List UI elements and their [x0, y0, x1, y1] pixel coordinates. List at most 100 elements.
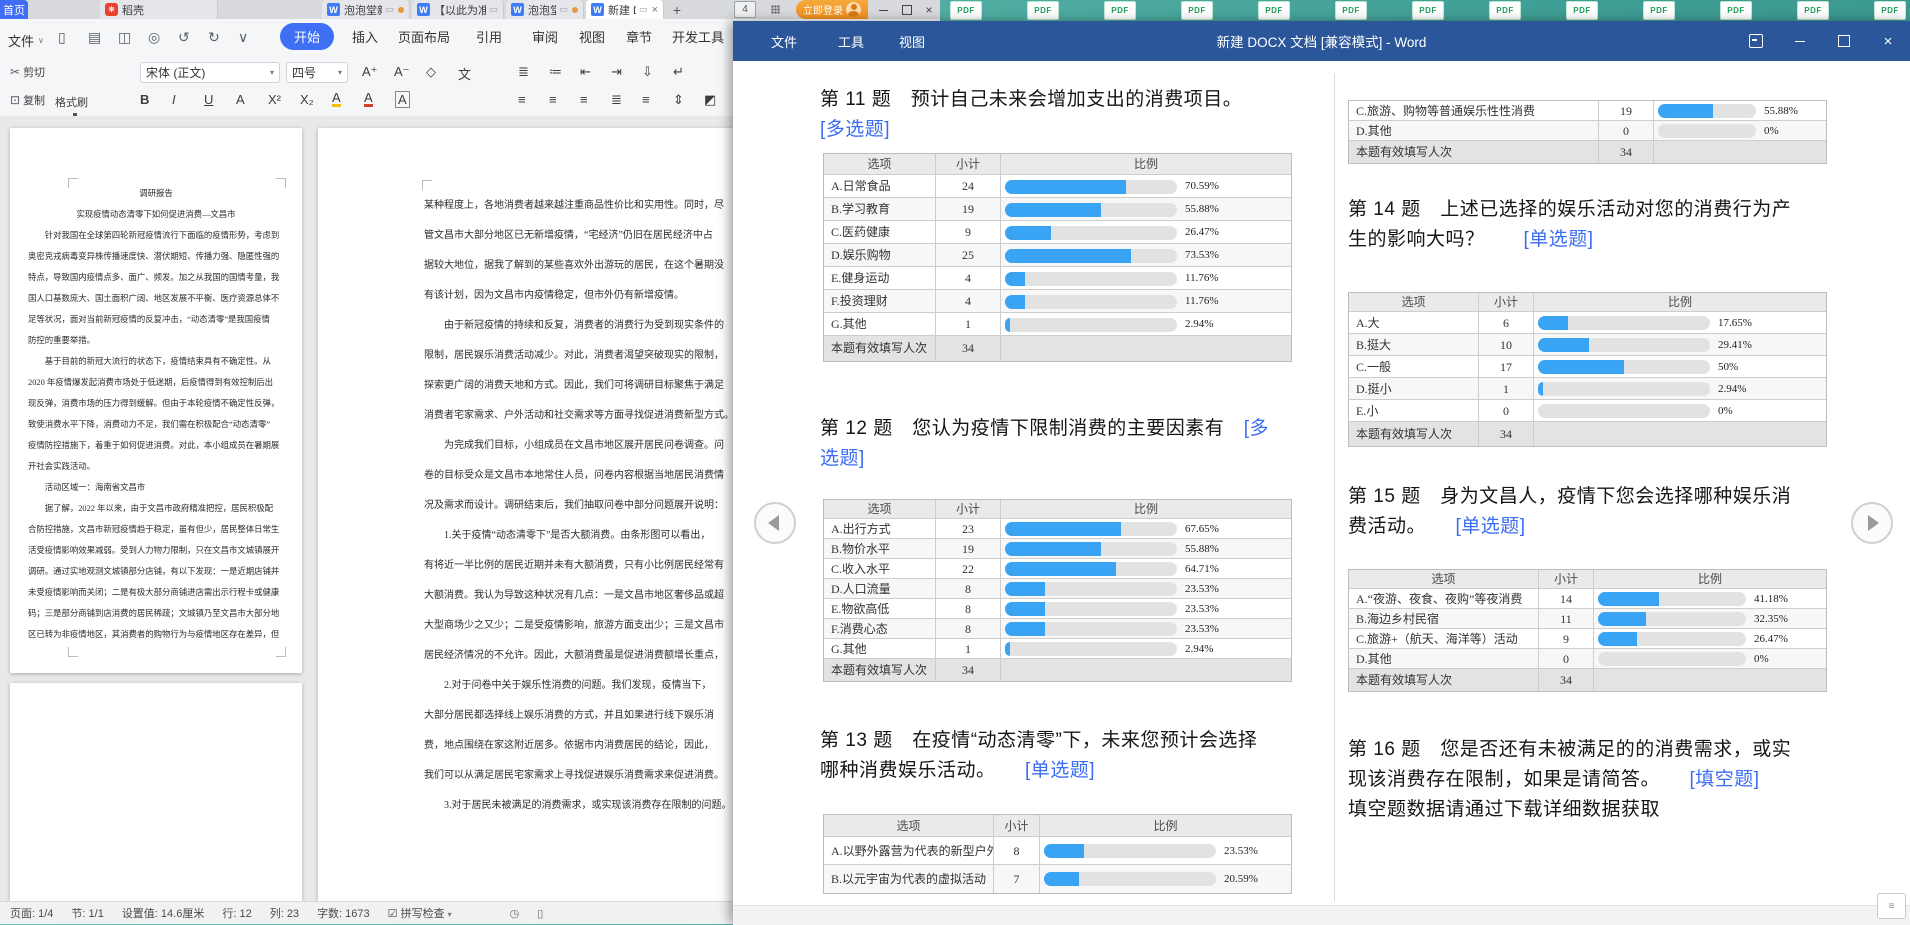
pdf-file-icon[interactable]: PDF — [1489, 1, 1521, 20]
ribbon-tab-引用[interactable]: 引用 — [476, 27, 502, 46]
phonetic-icon[interactable]: 文 — [458, 64, 471, 83]
justify-icon[interactable]: ≣ — [611, 92, 622, 108]
print-icon[interactable]: ◫ — [118, 29, 131, 46]
print-preview-icon[interactable]: ◎ — [148, 29, 160, 46]
clock-icon[interactable]: ◷ — [510, 907, 520, 920]
clear-format-icon[interactable]: ◇ — [426, 64, 436, 80]
status-item-4[interactable]: 行: 12 — [222, 905, 251, 921]
wps-maximize-button[interactable] — [896, 0, 918, 19]
redo-icon[interactable]: ↻ — [208, 29, 220, 46]
word-minimize-button[interactable] — [1778, 21, 1822, 61]
login-button[interactable]: 立即登录 — [796, 0, 868, 19]
pdf-file-icon[interactable]: PDF — [1335, 1, 1367, 20]
grow-font-icon[interactable]: A⁺ — [362, 64, 378, 80]
word-menu-1[interactable]: 文件 — [771, 21, 797, 61]
ribbon-tab-开发工具[interactable]: 开发工具 — [672, 27, 724, 46]
pdf-file-icon[interactable]: PDF — [1720, 1, 1752, 20]
undo-icon[interactable]: ↺ — [178, 29, 190, 46]
apps-grid-icon[interactable] — [764, 1, 786, 18]
format-painter-button[interactable]: 格式刷 — [55, 94, 88, 110]
distribute-icon[interactable]: ≡ — [642, 92, 650, 107]
wps-doc-page-3[interactable] — [10, 683, 302, 901]
open-icon[interactable]: ▤ — [88, 29, 101, 46]
next-page-button[interactable] — [1851, 502, 1893, 544]
char-border-icon[interactable]: A — [236, 92, 245, 107]
sort-icon[interactable]: ⇩ — [642, 64, 653, 80]
wps-minimize-button[interactable] — [872, 0, 894, 19]
ribbon-tab-页面布局[interactable]: 页面布局 — [398, 27, 450, 46]
status-item-1[interactable]: 页面: 1/4 — [10, 905, 53, 921]
pdf-file-icon[interactable]: PDF — [1104, 1, 1136, 20]
shading-icon[interactable]: ◩ — [704, 92, 716, 108]
wps-tab-1[interactable]: ❋稻壳 — [100, 0, 218, 19]
font-size-select[interactable]: 四号▾ — [286, 62, 348, 83]
cut-button[interactable]: ✂ 剪切 — [10, 64, 45, 80]
bullets-icon[interactable]: ≣ — [518, 64, 529, 80]
outdent-icon[interactable]: ⇤ — [580, 64, 591, 80]
copy-button[interactable]: ⊡ 复制 — [10, 92, 45, 108]
font-color-icon[interactable]: A — [364, 92, 373, 107]
char-shading-icon[interactable]: A — [396, 92, 409, 107]
spellcheck-toggle[interactable]: ☑ 拼写检查 ▾ — [388, 905, 452, 921]
underline-icon[interactable]: U — [204, 92, 213, 107]
pdf-file-icon[interactable]: PDF — [950, 1, 982, 20]
status-item-5[interactable]: 列: 23 — [270, 905, 299, 921]
status-item-6[interactable]: 字数: 1673 — [317, 905, 370, 921]
ribbon-tab-插入[interactable]: 插入 — [352, 27, 378, 46]
word-close-button[interactable]: × — [1866, 21, 1910, 61]
word-menu-2[interactable]: 工具 — [838, 21, 864, 61]
font-name-select[interactable]: 宋体 (正文)▾ — [140, 62, 280, 83]
reading-toolbar-icon[interactable] — [1734, 21, 1778, 61]
previous-page-button[interactable] — [754, 502, 796, 544]
tab-close-icon[interactable]: × — [652, 4, 658, 16]
split-view-icon[interactable]: 4 — [734, 1, 756, 18]
page-view-icon[interactable]: ▯ — [537, 907, 543, 920]
align-center-icon[interactable]: ≡ — [549, 92, 557, 107]
wps-tab-4[interactable]: W泡泡堂队形▭ — [506, 0, 584, 19]
subscript-icon[interactable]: X₂ — [300, 92, 314, 107]
numbering-icon[interactable]: ≔ — [549, 64, 562, 80]
shrink-font-icon[interactable]: A⁻ — [394, 64, 410, 80]
pdf-file-icon[interactable]: PDF — [1258, 1, 1290, 20]
pdf-file-icon[interactable]: PDF — [1412, 1, 1444, 20]
align-right-icon[interactable]: ≡ — [580, 92, 588, 107]
italic-icon[interactable]: I — [172, 92, 176, 107]
word-title-bar[interactable]: 新建 DOCX 文档 [兼容模式] - Word 文件工具视图 × — [733, 21, 1910, 61]
status-item-3[interactable]: 设置值: 14.6厘米 — [122, 905, 205, 921]
ribbon-tab-视图[interactable]: 视图 — [579, 27, 605, 46]
doc-text-line: 现反弹，消费市场的压力得到缓解。但由于本轮疫情不确定性反弹， — [28, 397, 294, 409]
wps-tab-3[interactable]: W【以此为准】▭ — [412, 0, 504, 19]
word-page-left[interactable]: 第 11 题 预计自己未来会增加支出的消费项目。[多选题]选项小计比例A.日常食… — [763, 61, 1323, 905]
pdf-file-icon[interactable]: PDF — [1566, 1, 1598, 20]
tab-label: 泡泡堂新闻 — [344, 2, 382, 18]
ribbon-tab-开始[interactable]: 开始 — [280, 23, 334, 50]
word-menu-3[interactable]: 视图 — [899, 21, 925, 61]
status-item-2[interactable]: 节: 1/1 — [71, 905, 103, 921]
ribbon-tab-审阅[interactable]: 审阅 — [532, 27, 558, 46]
wps-tab-5[interactable]: W新建 DOC▭× — [586, 0, 664, 19]
line-spacing-icon[interactable]: ⇕ — [673, 92, 684, 108]
ribbon-tab-章节[interactable]: 章节 — [626, 27, 652, 46]
wps-doc-page-1[interactable]: 调研报告实现疫情动态清零下如何促进消费—文昌市 针对我国在全球第四轮新冠疫情流行… — [10, 128, 302, 673]
word-page-right[interactable]: C.旅游、购物等普通娱乐性性消费1955.88%D.其他00%本题有效填写人次3… — [1338, 61, 1903, 905]
wps-tab-2[interactable]: W泡泡堂新闻▭ — [322, 0, 410, 19]
align-left-icon[interactable]: ≡ — [518, 92, 526, 107]
wrap-mark-icon[interactable]: ↵ — [673, 64, 684, 80]
pdf-file-icon[interactable]: PDF — [1643, 1, 1675, 20]
highlight-icon[interactable]: A — [332, 92, 341, 107]
indent-icon[interactable]: ⇥ — [611, 64, 622, 80]
superscript-icon[interactable]: X² — [268, 92, 281, 107]
word-restore-button[interactable] — [1822, 21, 1866, 61]
pdf-file-icon[interactable]: PDF — [1181, 1, 1213, 20]
bold-icon[interactable]: B — [140, 92, 149, 107]
pdf-file-icon[interactable]: PDF — [1874, 1, 1906, 20]
new-tab-button[interactable]: + — [668, 0, 686, 19]
wps-file-menu[interactable]: 文件 ∨ — [8, 31, 44, 50]
pdf-file-icon[interactable]: PDF — [1027, 1, 1059, 20]
more-commands-icon[interactable]: ∨ — [238, 29, 248, 46]
wps-home-tab[interactable]: 首页 — [0, 0, 28, 19]
corner-widget[interactable]: ≡ — [1877, 893, 1906, 919]
pdf-file-icon[interactable]: PDF — [1797, 1, 1829, 20]
new-file-icon[interactable]: ▯ — [58, 29, 66, 46]
wps-close-button[interactable]: × — [918, 0, 940, 19]
